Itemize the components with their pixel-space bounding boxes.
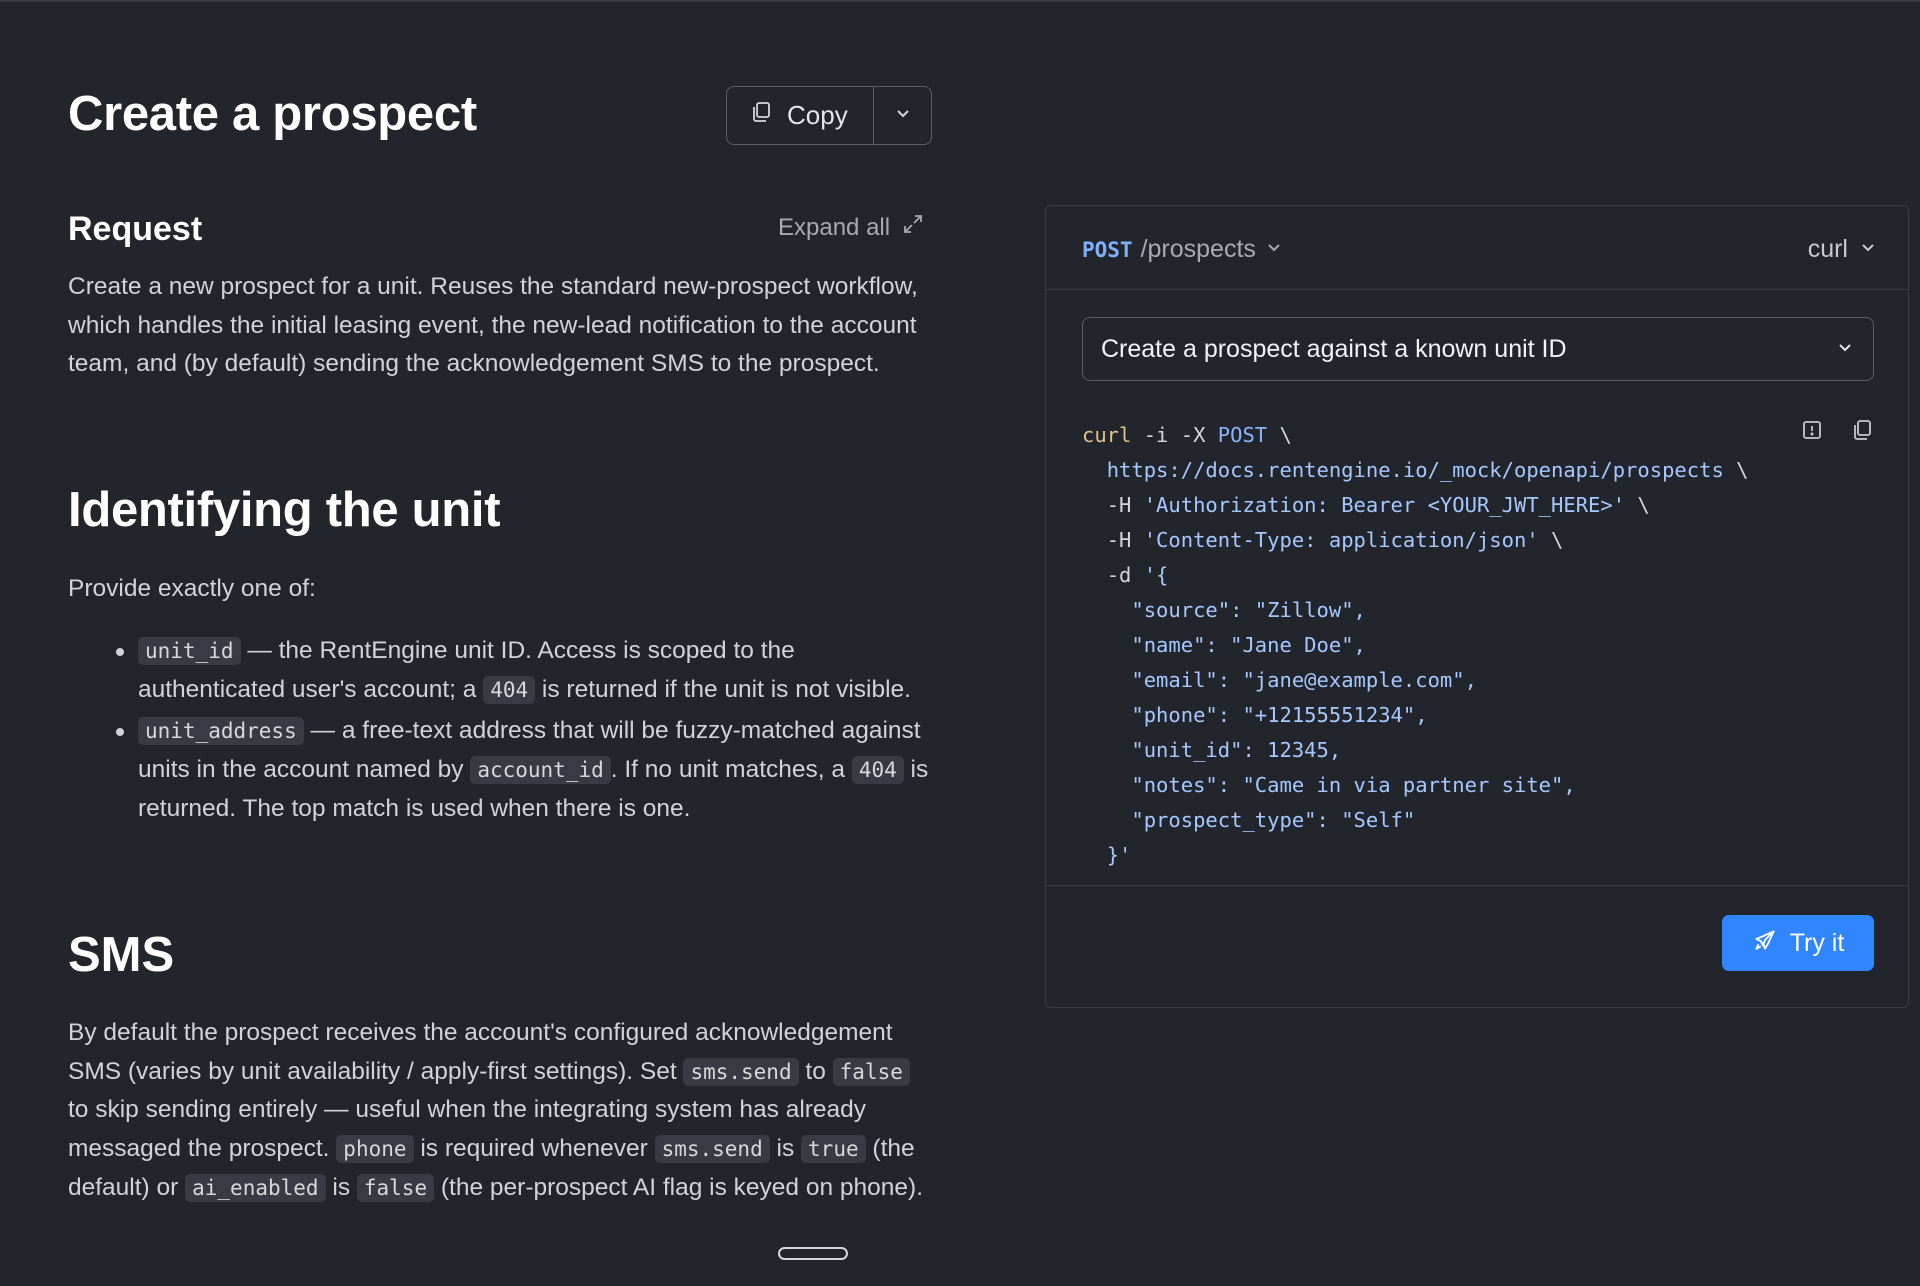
inline-code: phone (336, 1135, 414, 1164)
code-token: '{ (1143, 563, 1169, 587)
list-text: is returned if the unit is not visible. (535, 675, 911, 703)
code-token: https://docs.rentengine.io/_mock/openapi… (1106, 458, 1724, 482)
identifying-intro: Provide exactly one of: (68, 575, 316, 602)
chevron-down-icon (893, 103, 913, 128)
chevron-down-icon (1835, 335, 1855, 364)
sms-text: to (798, 1057, 833, 1085)
language-selector[interactable]: curl (1808, 235, 1878, 264)
list-item: unit_address — a free-text address that … (68, 712, 936, 828)
endpoint-selector[interactable]: POST /prospects (1082, 235, 1284, 264)
code-line: "email": "jane@example.com", (1082, 663, 1874, 698)
page-title: Create a prospect (68, 87, 477, 141)
code-token: "phone": "+12155551234", (1131, 703, 1428, 727)
code-token: \ (1267, 423, 1292, 447)
inline-code: false (356, 1173, 435, 1202)
code-token: "name": "Jane Doe", (1131, 633, 1366, 657)
code-token: 'Authorization: Bearer <YOUR_JWT_HERE>' (1143, 493, 1626, 517)
code-line: "prospect_type": "Self" (1082, 803, 1874, 838)
copy-options-button[interactable] (873, 87, 931, 144)
code-line: -H 'Authorization: Bearer <YOUR_JWT_HERE… (1082, 488, 1874, 523)
try-it-button[interactable]: Try it (1722, 915, 1874, 971)
inline-code: ai_enabled (185, 1173, 326, 1202)
code-sample: curl -i -X POST \ https://docs.rentengin… (1082, 418, 1874, 873)
code-token: "email": "jane@example.com", (1131, 668, 1477, 692)
inline-code: 404 (483, 675, 536, 704)
inline-code: false (832, 1057, 910, 1086)
inline-code: sms.send (683, 1057, 799, 1086)
copy-button[interactable]: Copy (727, 87, 873, 144)
chevron-down-icon (1858, 235, 1878, 264)
api-request-panel: POST /prospects curl Create a prospect a… (1045, 205, 1909, 1008)
sms-text: is required whenever (413, 1135, 655, 1163)
sms-text: is (769, 1135, 802, 1163)
expand-all-button[interactable]: Expand all (778, 213, 924, 242)
bullet-dot (116, 728, 124, 737)
endpoint-path: /prospects (1140, 235, 1256, 263)
chevron-down-icon (1264, 237, 1284, 262)
sms-text: is (325, 1173, 357, 1201)
code-line: -H 'Content-Type: application/json' \ (1082, 523, 1874, 558)
code-line: -d '{ (1082, 558, 1874, 593)
request-description: Create a new prospect for a unit. Reuses… (68, 273, 918, 378)
code-token: -H (1106, 493, 1144, 517)
bullet-dot (116, 648, 124, 656)
list-text: . If no unit matches, a (610, 756, 852, 784)
panel-header: POST /prospects curl (1046, 206, 1908, 290)
code-token: }' (1106, 843, 1132, 867)
code-actions (1800, 418, 1874, 442)
code-line: "name": "Jane Doe", (1082, 628, 1874, 663)
sms-text: (the per-prospect AI flag is keyed on ph… (434, 1173, 924, 1201)
request-heading: Request (68, 210, 203, 248)
language-label: curl (1807, 235, 1848, 263)
identifying-unit-heading: Identifying the unit (68, 483, 501, 537)
code-token: 'Content-Type: application/json' (1143, 528, 1539, 552)
code-token: -i -X (1131, 423, 1218, 447)
code-token: "prospect_type": "Self" (1131, 808, 1416, 832)
code-token: POST (1217, 423, 1268, 447)
inline-code: unit_address (138, 717, 304, 746)
sms-description: By default the prospect receives the acc… (68, 1014, 936, 1208)
expand-all-label: Expand all (778, 213, 891, 241)
copy-label: Copy (787, 100, 848, 130)
code-line: "phone": "+12155551234", (1082, 698, 1874, 733)
sms-heading: SMS (68, 928, 175, 982)
code-token: -H (1106, 528, 1144, 552)
copy-icon (749, 100, 773, 131)
copy-button-group: Copy (726, 86, 932, 145)
code-line: curl -i -X POST \ (1082, 418, 1874, 453)
example-select[interactable]: Create a prospect against a known unit I… (1082, 317, 1874, 381)
identifier-list: unit_id — the RentEngine unit ID. Access… (68, 632, 936, 832)
code-token: \ (1723, 458, 1749, 482)
code-token: "notes": "Came in via partner site", (1131, 773, 1576, 797)
report-icon[interactable] (1800, 418, 1824, 442)
code-line: "unit_id": 12345, (1082, 733, 1874, 768)
expand-icon (902, 213, 924, 242)
panel-footer: Try it (1046, 885, 1908, 1007)
code-token: \ (1538, 528, 1564, 552)
inline-code: sms.send (654, 1135, 770, 1164)
clipboard-icon[interactable] (1850, 418, 1874, 442)
list-item: unit_id — the RentEngine unit ID. Access… (68, 632, 936, 709)
inline-code: account_id (470, 756, 611, 785)
inline-code: true (801, 1135, 866, 1164)
http-method: POST (1082, 237, 1133, 262)
code-line: }' (1082, 838, 1874, 873)
code-token: "unit_id": 12345, (1131, 738, 1342, 762)
code-line: https://docs.rentengine.io/_mock/openapi… (1082, 453, 1874, 488)
try-it-label: Try it (1789, 928, 1845, 957)
code-line: "source": "Zillow", (1082, 593, 1874, 628)
code-token: curl (1082, 423, 1132, 447)
scroll-indicator[interactable] (778, 1247, 848, 1260)
code-line: "notes": "Came in via partner site", (1082, 768, 1874, 803)
code-token: \ (1625, 493, 1650, 517)
inline-code: 404 (851, 756, 904, 785)
top-divider (0, 0, 1920, 2)
rocket-icon (1752, 927, 1778, 960)
code-token: -d (1106, 563, 1144, 587)
example-label: Create a prospect against a known unit I… (1101, 334, 1567, 363)
code-token: "source": "Zillow", (1131, 598, 1366, 622)
inline-code: unit_id (138, 637, 241, 665)
